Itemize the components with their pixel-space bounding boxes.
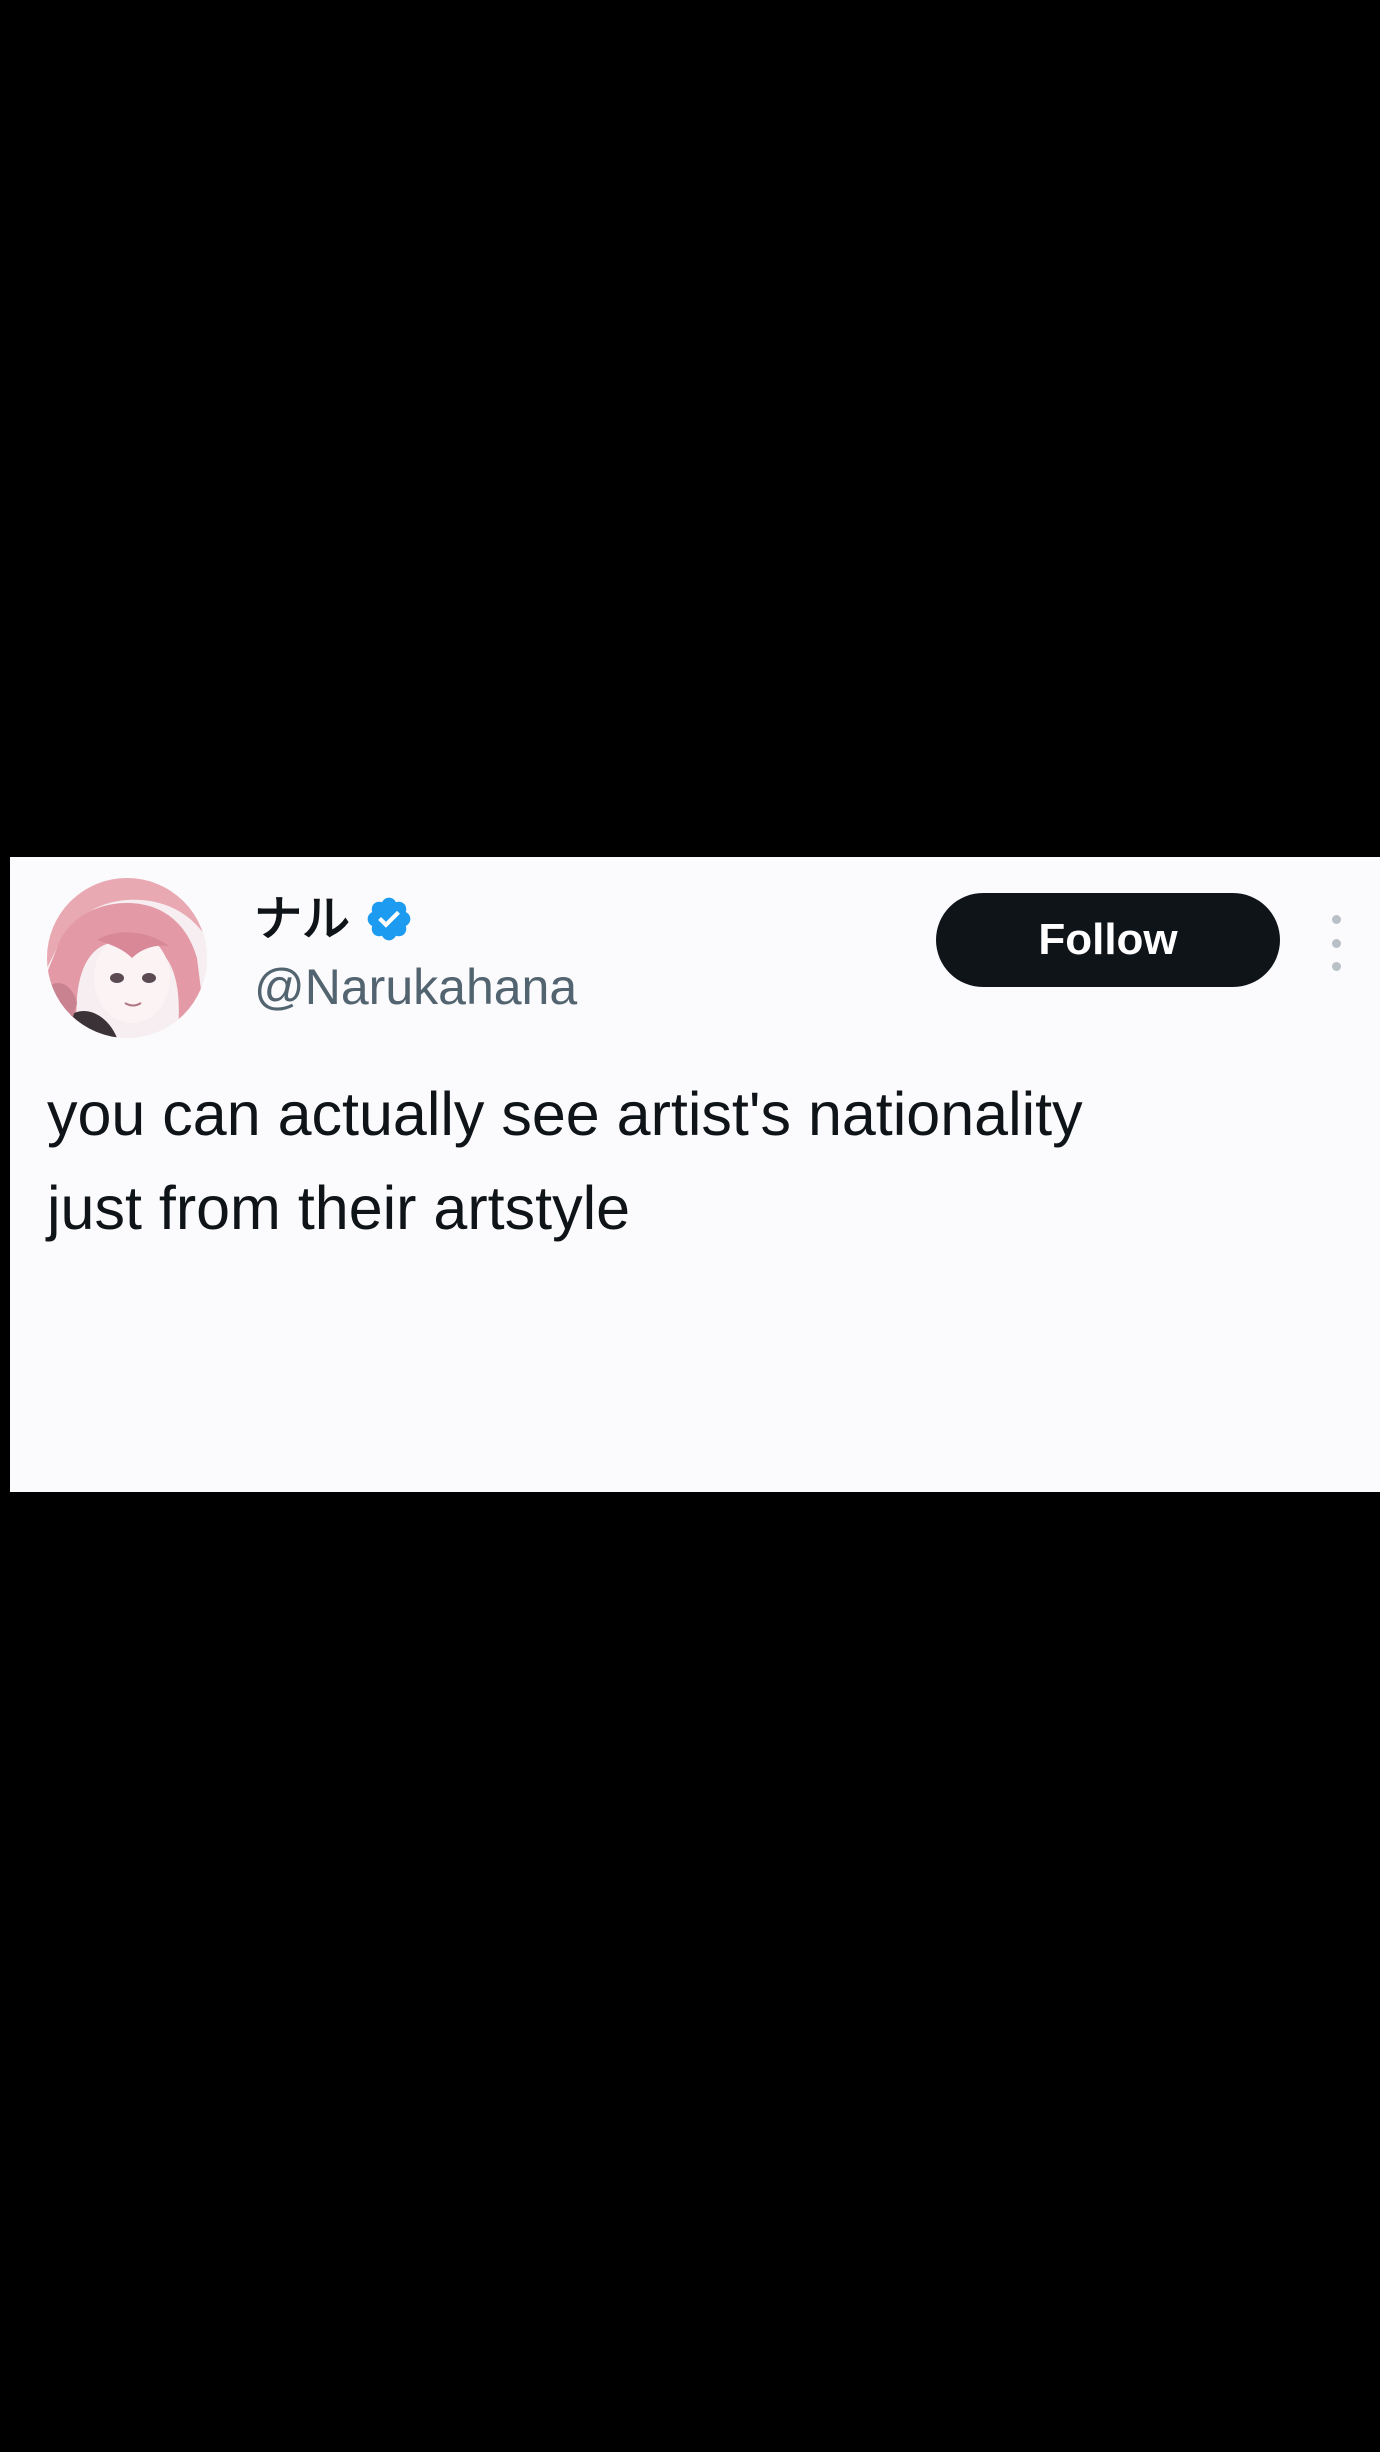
tweet-card: ナル @Narukahana Follow you can actually s… <box>10 857 1380 1492</box>
display-name[interactable]: ナル <box>254 887 350 951</box>
more-dot <box>1331 938 1341 948</box>
more-dot <box>1331 962 1341 971</box>
avatar-image-icon <box>47 878 207 1038</box>
tweet-text: you can actually see artist's nationalit… <box>47 1080 1083 1242</box>
author-name-row: ナル <box>254 887 414 951</box>
avatar[interactable] <box>47 878 207 1038</box>
verified-badge-icon <box>364 894 414 944</box>
more-vertical-icon[interactable] <box>1324 915 1348 971</box>
more-dot <box>1331 915 1341 924</box>
follow-button[interactable]: Follow <box>936 893 1280 987</box>
author-handle[interactable]: @Narukahana <box>254 957 577 1017</box>
